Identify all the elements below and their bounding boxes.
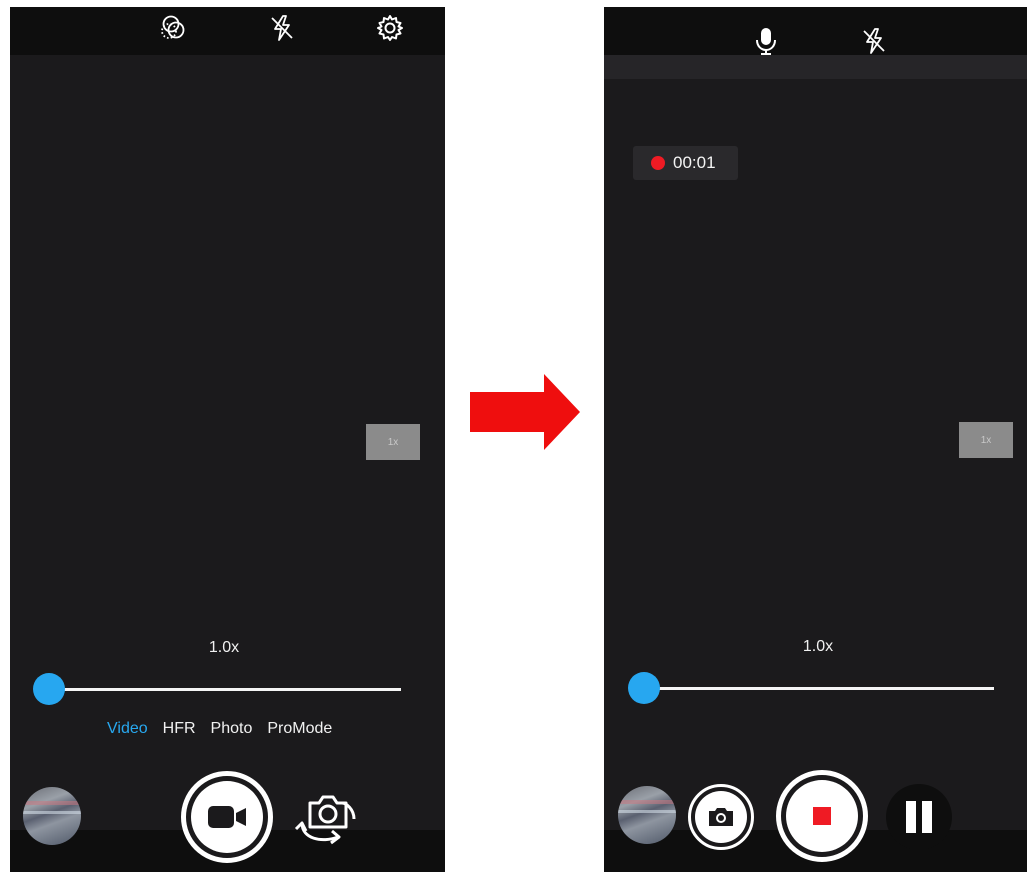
mode-hfr-tab[interactable]: HFR [163,720,196,738]
video-mode-screen: 1x 1.0x Video HFR Photo ProMode [10,7,445,872]
zoom-slider-track[interactable] [644,687,994,690]
recording-time: 00:01 [673,153,716,172]
recording-timer: 00:01 [633,146,738,180]
record-button[interactable] [181,771,273,863]
pause-button[interactable] [886,784,952,850]
mode-photo-tab[interactable]: Photo [211,720,253,738]
zoom-toggle-button[interactable]: 1x [366,424,420,460]
mode-video-tab[interactable]: Video [107,720,148,738]
microphone-icon[interactable] [749,24,783,58]
stop-recording-button[interactable] [776,770,868,862]
zoom-slider-thumb[interactable] [628,672,660,704]
mode-selector: Video HFR Photo ProMode [107,720,332,738]
switch-camera-icon[interactable] [292,783,362,853]
snapshot-button[interactable] [688,784,754,850]
video-camera-icon [207,805,247,829]
top-bar [604,7,1027,79]
pause-icon [903,800,935,834]
gear-icon[interactable] [373,11,407,45]
zoom-toggle-button[interactable]: 1x [959,422,1013,458]
recording-indicator-icon [651,156,665,170]
camera-icon [707,806,735,828]
zoom-level-label: 1.0x [208,639,240,656]
gallery-thumbnail[interactable] [23,787,81,845]
gallery-thumbnail[interactable] [618,786,676,844]
transition-arrow-icon [468,374,580,450]
filter-icon[interactable] [156,11,190,45]
recording-screen: 00:01 1x 1.0x [604,7,1027,872]
zoom-slider-track[interactable] [49,688,401,691]
stop-icon [813,807,831,825]
mode-promode-tab[interactable]: ProMode [267,720,332,738]
flash-off-icon[interactable] [265,11,299,45]
flash-off-icon[interactable] [857,24,891,58]
zoom-level-label: 1.0x [802,638,834,655]
zoom-slider-thumb[interactable] [33,673,65,705]
